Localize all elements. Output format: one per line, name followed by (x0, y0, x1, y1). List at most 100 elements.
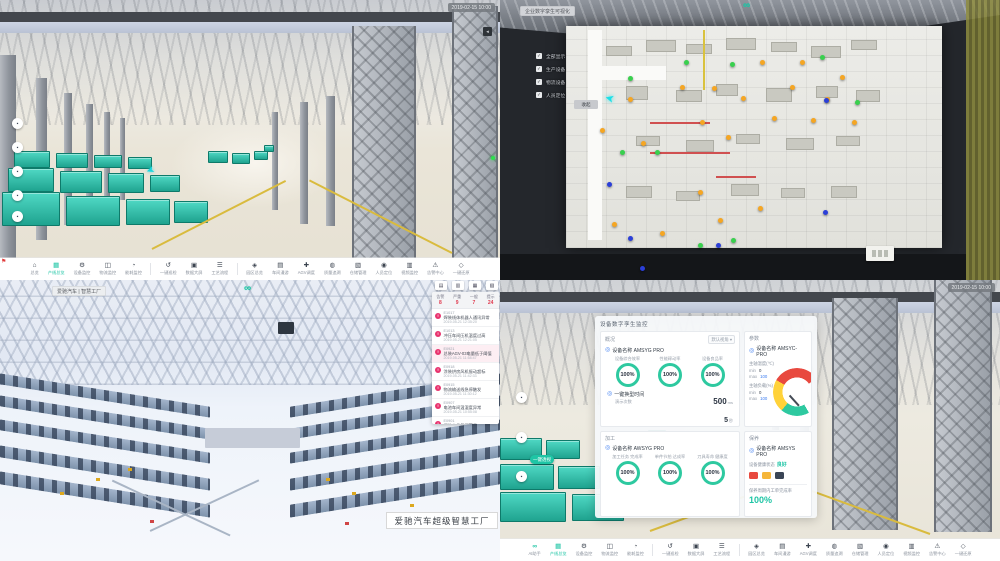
toolbar-item[interactable]: ◔能耗监控 (121, 262, 147, 276)
toolbar-item[interactable]: ◈园区总览 (744, 543, 770, 557)
checkbox-checked-icon[interactable]: ✓ (536, 79, 542, 85)
device-marker-dot[interactable] (655, 150, 660, 155)
agv-marker-dot[interactable] (840, 75, 845, 80)
toolbar-item[interactable]: ⚙设备监控 (571, 543, 597, 557)
station-marker[interactable]: ▪ (12, 211, 23, 222)
station-marker[interactable]: ▪ (516, 432, 527, 443)
minimap-widget[interactable] (866, 246, 894, 261)
alarm-list-item[interactable]: !E1013冲压车间压机温度过高2019-05-21 12:21:05 (432, 327, 499, 345)
agv-marker-dot[interactable] (698, 190, 703, 195)
device-marker-dot[interactable] (698, 243, 703, 248)
agv-marker-dot[interactable] (641, 141, 646, 146)
agv-marker-dot[interactable] (726, 135, 731, 140)
toolbar-item[interactable]: ▤车间漫游 (769, 543, 795, 557)
alarm-stat[interactable]: 提示24 (482, 294, 499, 306)
alarm-stat[interactable]: 告警8 (432, 294, 449, 306)
person-marker-dot[interactable] (716, 243, 721, 248)
toolbar-item[interactable]: ⚙设备监控 (69, 262, 95, 276)
agv-marker-dot[interactable] (660, 231, 665, 236)
toolbar-item[interactable]: ☰工艺流程 (709, 543, 735, 557)
person-marker-dot[interactable] (640, 266, 645, 271)
agv-marker-dot[interactable] (741, 96, 746, 101)
alarm-tab-icon[interactable]: ▦ (469, 281, 481, 290)
toolbar-item[interactable]: ▧仓储管理 (345, 262, 371, 276)
toolbar-item[interactable]: ⚠告警中心 (924, 543, 950, 557)
alarm-stat[interactable]: 一般7 (466, 294, 483, 306)
device-marker-dot[interactable] (620, 150, 625, 155)
alarm-list-item[interactable]: !E0915物流输送线急停触发2019-05-21 11:30:12 (432, 381, 499, 399)
toolbar-item[interactable]: ◍质量追溯 (821, 543, 847, 557)
toolbar-item[interactable]: ◍质量追溯 (319, 262, 345, 276)
alarm-list-item[interactable]: !E0918涂装烘房风机振动超标2019-05-21 11:42:33 (432, 363, 499, 381)
agv-marker-dot[interactable] (772, 116, 777, 121)
toolbar-item[interactable]: ◫物流监控 (95, 262, 121, 276)
toolbar-item[interactable]: ▤车间漫游 (267, 262, 293, 276)
toolbar-item[interactable]: ∞AI助手 (524, 543, 545, 557)
toolbar-item[interactable]: ▣数据大屏 (181, 262, 207, 276)
toolbar-item[interactable]: ◉人员定位 (873, 543, 899, 557)
toolbar-item[interactable]: ◔能耗监控 (623, 543, 649, 557)
alarm-list-item[interactable]: !E0921总装AGV-03电量低于阈值2019-05-21 11:58:47 (432, 345, 499, 363)
viewport-logistics-corridor[interactable]: 爱驰汽车 | 智慧工厂 ∞ ▤▥▦▧ 告警8严重9一般7提示24 !E1017焊… (0, 280, 500, 561)
layer-filter-item[interactable]: ✓生产设备 (536, 65, 565, 73)
station-marker[interactable]: ▪ (12, 142, 23, 153)
person-marker-dot[interactable] (823, 210, 828, 215)
station-marker[interactable]: ▪ (516, 471, 527, 482)
toolbar-item[interactable]: ▧仓储管理 (847, 543, 873, 557)
person-marker-dot[interactable] (824, 98, 829, 103)
agv-marker-dot[interactable] (612, 222, 617, 227)
toolbar-item[interactable]: ◉人员定位 (371, 262, 397, 276)
toolbar-item[interactable]: ▥视频监控 (899, 543, 925, 557)
toolbar-item[interactable]: ◫物流监控 (597, 543, 623, 557)
agv-marker-dot[interactable] (758, 206, 763, 211)
device-marker-dot[interactable] (731, 238, 736, 243)
station-marker[interactable]: ▪ (516, 392, 527, 403)
device-marker-dot[interactable] (684, 60, 689, 65)
alarm-tab-icon[interactable]: ▥ (452, 281, 464, 290)
viewport-floorplan-map[interactable]: 企业数字孪生可视化 ∞ ✓全部显示✓生产设备✓物流设备✓人员定位 收起 ➤ (500, 0, 1000, 280)
toolbar-item[interactable]: ↺一键巡检 (657, 543, 683, 557)
machine-action-tag[interactable]: 一键透视 (530, 455, 554, 464)
station-marker[interactable]: ▪ (12, 190, 23, 201)
checkbox-checked-icon[interactable]: ✓ (536, 92, 542, 98)
agv-marker-dot[interactable] (760, 60, 765, 65)
toolbar-item[interactable]: ↺一键巡检 (155, 262, 181, 276)
agv-marker-dot[interactable] (700, 120, 705, 125)
agv-marker-dot[interactable] (790, 85, 795, 90)
collapse-panel-button[interactable]: 收起 (574, 100, 598, 109)
toolbar-item[interactable]: ☰工艺流程 (207, 262, 233, 276)
person-marker-dot[interactable] (607, 182, 612, 187)
station-marker[interactable]: ▪ (12, 166, 23, 177)
checkbox-checked-icon[interactable]: ✓ (536, 53, 542, 59)
layer-filter-item[interactable]: ✓全部显示 (536, 52, 565, 60)
toolbar-item[interactable]: ⌂总览 (26, 262, 43, 276)
agv-marker-dot[interactable] (800, 60, 805, 65)
agv-marker-dot[interactable] (600, 128, 605, 133)
station-marker[interactable]: ▪ (12, 118, 23, 129)
agv-marker-dot[interactable] (852, 120, 857, 125)
alarm-stat[interactable]: 严重9 (449, 294, 466, 306)
toolbar-item[interactable]: ⚠告警中心 (423, 262, 449, 276)
toolbar-item[interactable]: ▣数据大屏 (683, 543, 709, 557)
alarm-tab-icon[interactable]: ▧ (486, 281, 498, 290)
alarm-list-item[interactable]: !E1017焊装线体机器人通讯异常2019-05-21 12:35:20 (432, 309, 499, 327)
view-dropdown[interactable]: 默认视角 ▾ (708, 335, 735, 344)
viewport-factory-overview[interactable]: 2019-02-15 10:00 ◂ ▪▪▪▪▪ ➤ ⚑ ⌂总览▦产线总览⚙设备… (0, 0, 500, 280)
toolbar-item[interactable]: ◈园区总览 (242, 262, 268, 276)
device-marker-dot[interactable] (730, 62, 735, 67)
agv-marker-dot[interactable] (712, 86, 717, 91)
alarm-tab-icon[interactable]: ▤ (435, 281, 447, 290)
viewport-device-dashboard[interactable]: 2019-02-15 10:00 ▪▪▪ 一键透视 设备数字孪生监控 概况 默认… (500, 280, 1000, 561)
checkbox-checked-icon[interactable]: ✓ (536, 66, 542, 72)
device-marker-dot[interactable] (855, 100, 860, 105)
toolbar-item[interactable]: ▥视频监控 (397, 262, 423, 276)
factory-floorplan[interactable] (566, 26, 942, 248)
person-marker-dot[interactable] (628, 236, 633, 241)
toolbar-item[interactable]: ✚AGV调度 (293, 262, 319, 276)
alarm-list-item[interactable]: !E0907电池车间温湿度异常2019-05-21 10:55:08 (432, 399, 499, 417)
device-marker-dot[interactable] (628, 76, 633, 81)
toolbar-item[interactable]: ▦产线总览 (43, 262, 69, 276)
toolbar-item[interactable]: ▦产线总览 (545, 543, 571, 557)
agv-marker-dot[interactable] (811, 118, 816, 123)
agv-marker-dot[interactable] (628, 97, 633, 102)
